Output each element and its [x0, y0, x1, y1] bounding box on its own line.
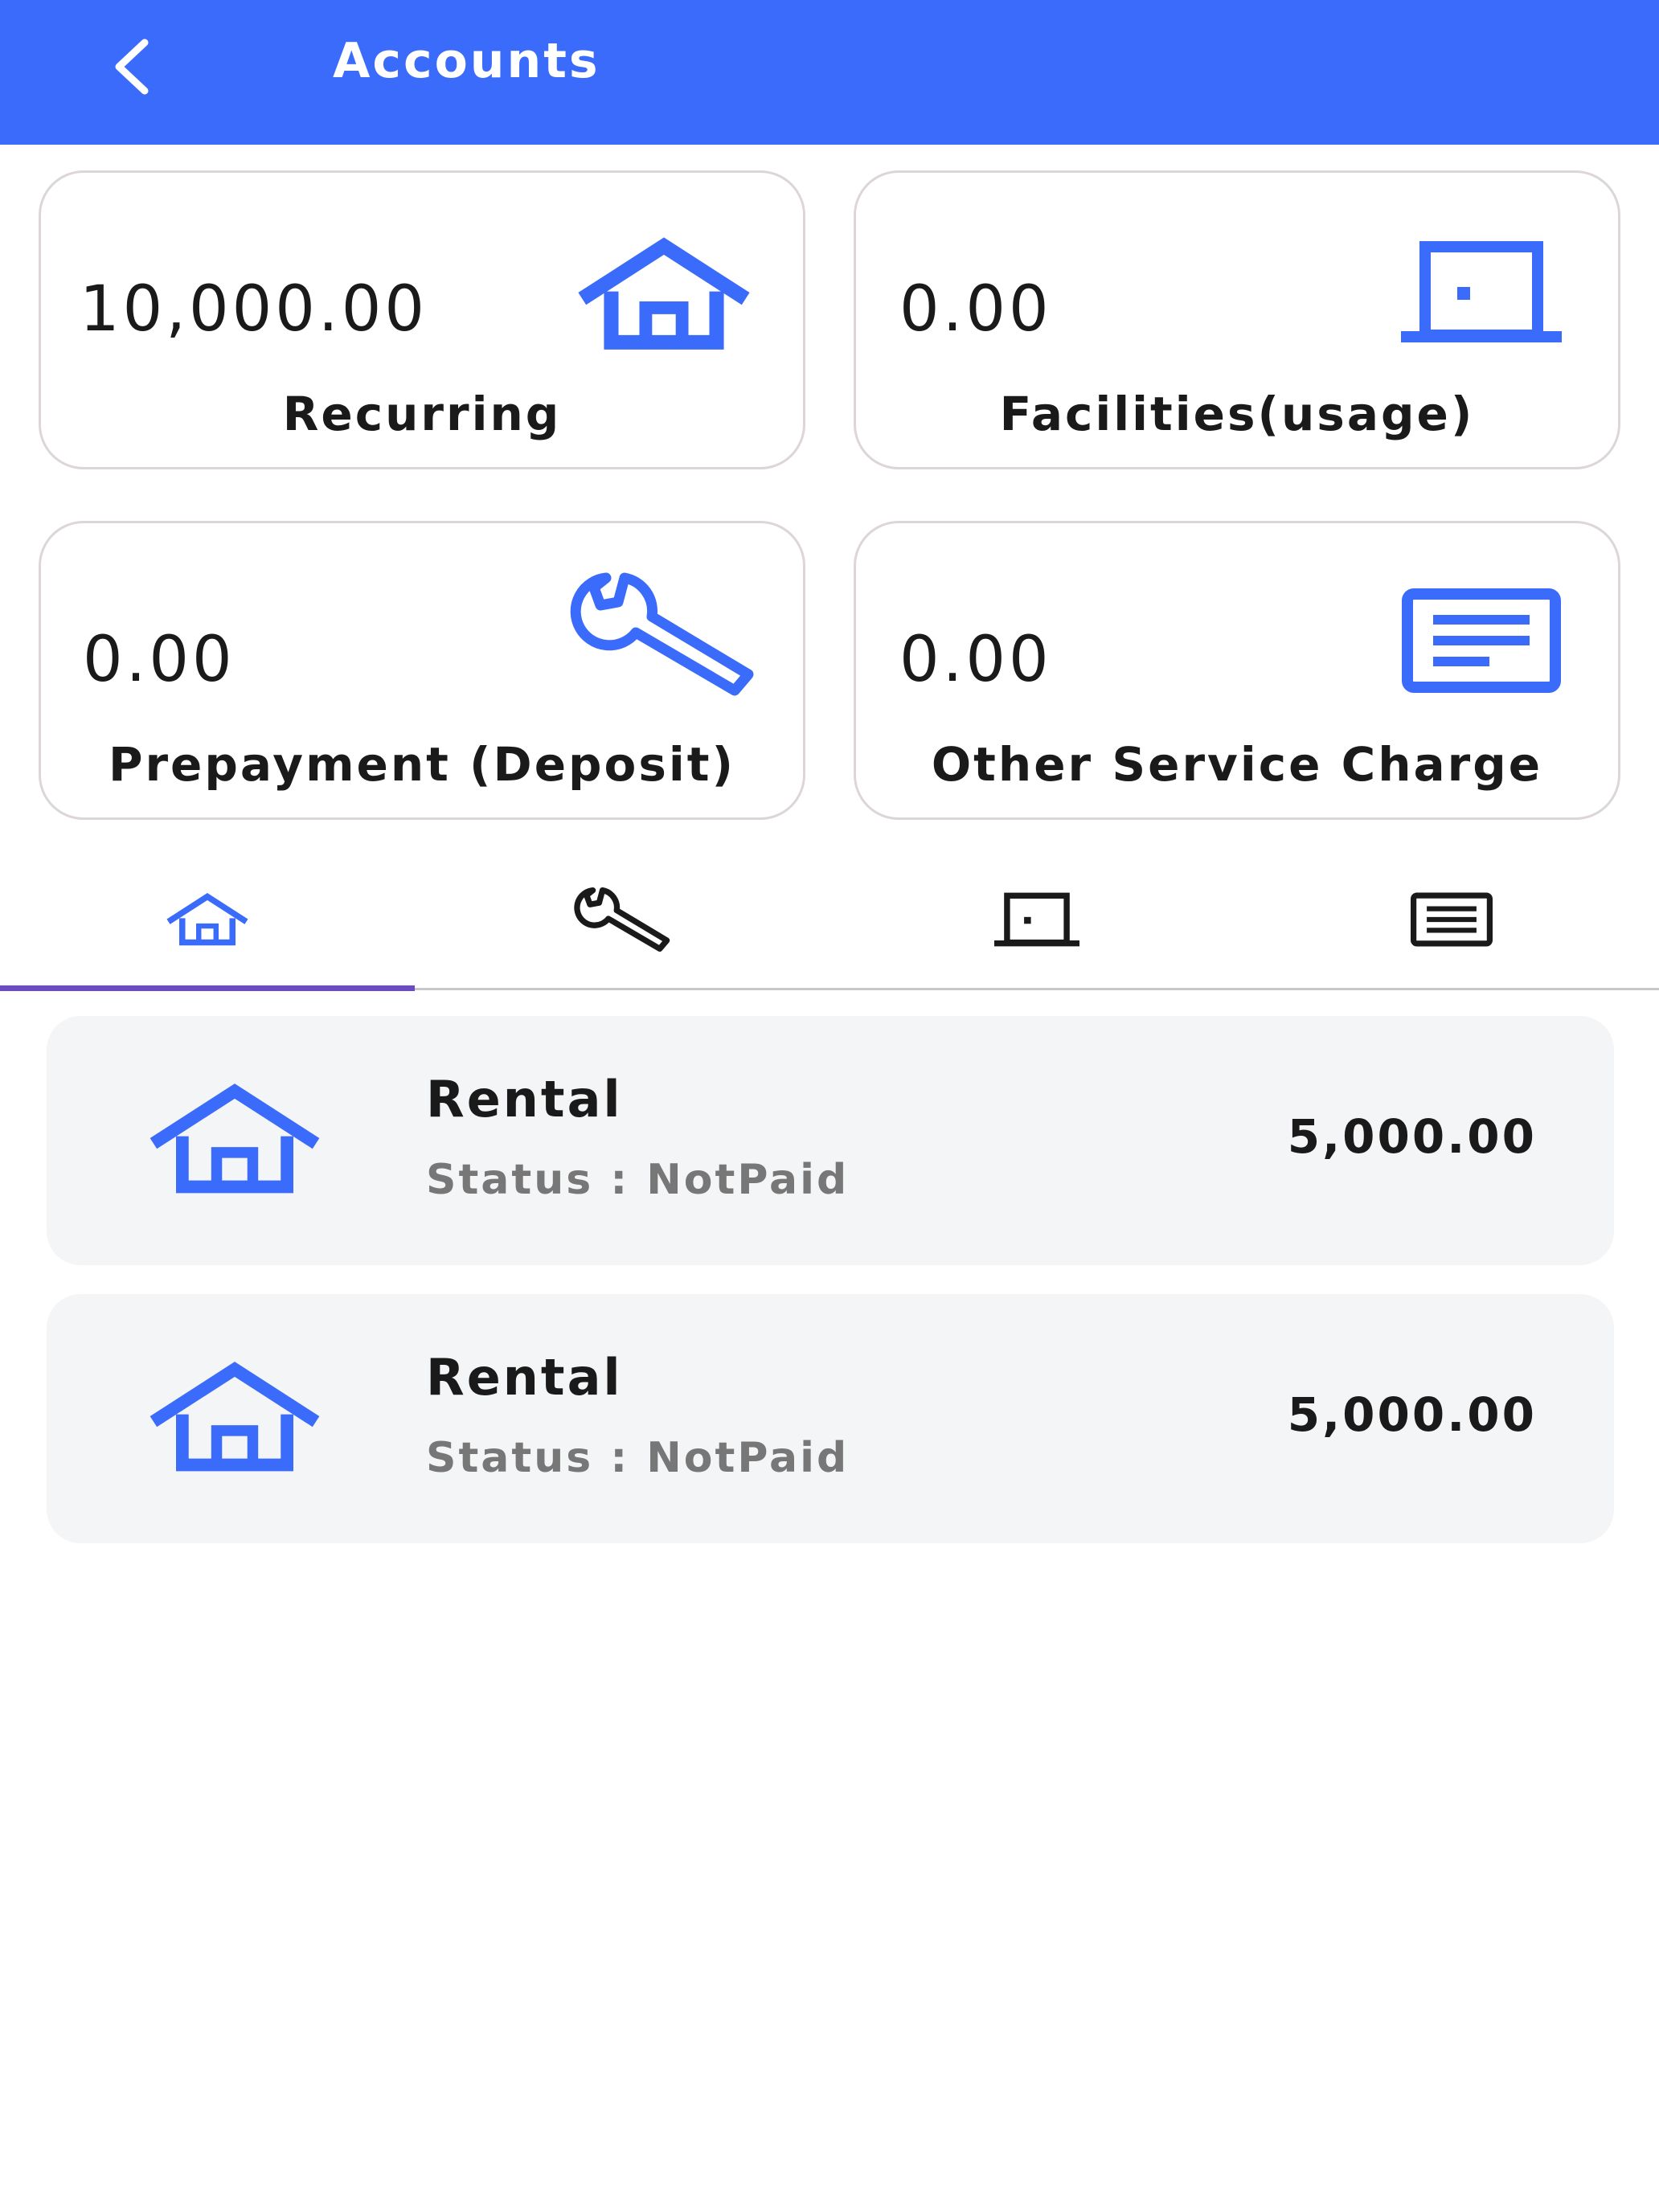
home-icon [166, 892, 248, 946]
list-item[interactable]: Rental Status : NotPaid 5,000.00 [47, 1294, 1614, 1543]
home-icon [150, 1362, 320, 1472]
summary-card-prepayment[interactable]: 0.00 Prepayment (Deposit) [39, 521, 805, 820]
item-status: Status : NotPaid [426, 1434, 850, 1482]
item-amount: 5,000.00 [1287, 1109, 1537, 1164]
page-title: Accounts [333, 33, 600, 89]
summary-card-recurring[interactable]: 10,000.00 Recurring [39, 170, 805, 469]
wrench-icon [574, 887, 670, 952]
door-icon [1401, 241, 1562, 342]
home-icon [578, 237, 750, 350]
list-item[interactable]: Rental Status : NotPaid 5,000.00 [47, 1016, 1614, 1265]
card-label: Prepayment (Deposit) [108, 737, 736, 792]
tab-other-service-charge[interactable] [1244, 848, 1659, 991]
tab-bar [0, 848, 1659, 991]
summary-card-facilities[interactable]: 0.00 Facilities(usage) [854, 170, 1620, 469]
item-amount: 5,000.00 [1287, 1387, 1537, 1442]
tab-selected-indicator [0, 985, 415, 991]
door-icon [994, 892, 1079, 947]
card-amount: 0.00 [899, 273, 1052, 346]
document-icon [1402, 588, 1561, 693]
item-title: Rental [426, 1070, 623, 1129]
back-button[interactable] [95, 31, 167, 103]
tab-facilities[interactable] [830, 848, 1244, 991]
document-icon [1411, 892, 1493, 947]
home-icon [150, 1083, 320, 1194]
card-label: Facilities(usage) [999, 387, 1475, 441]
tab-recurring[interactable] [0, 848, 415, 991]
card-amount: 0.00 [83, 624, 236, 696]
tab-prepayment[interactable] [415, 848, 830, 991]
item-title: Rental [426, 1348, 623, 1407]
card-amount: 10,000.00 [80, 273, 428, 346]
card-label: Other Service Charge [931, 737, 1543, 792]
wrench-icon [570, 572, 754, 696]
summary-card-other-service-charge[interactable]: 0.00 Other Service Charge [854, 521, 1620, 820]
item-status: Status : NotPaid [426, 1156, 850, 1204]
card-amount: 0.00 [899, 624, 1052, 696]
chevron-left-icon [115, 39, 149, 95]
app-header: Accounts [0, 0, 1659, 145]
card-label: Recurring [282, 387, 562, 441]
